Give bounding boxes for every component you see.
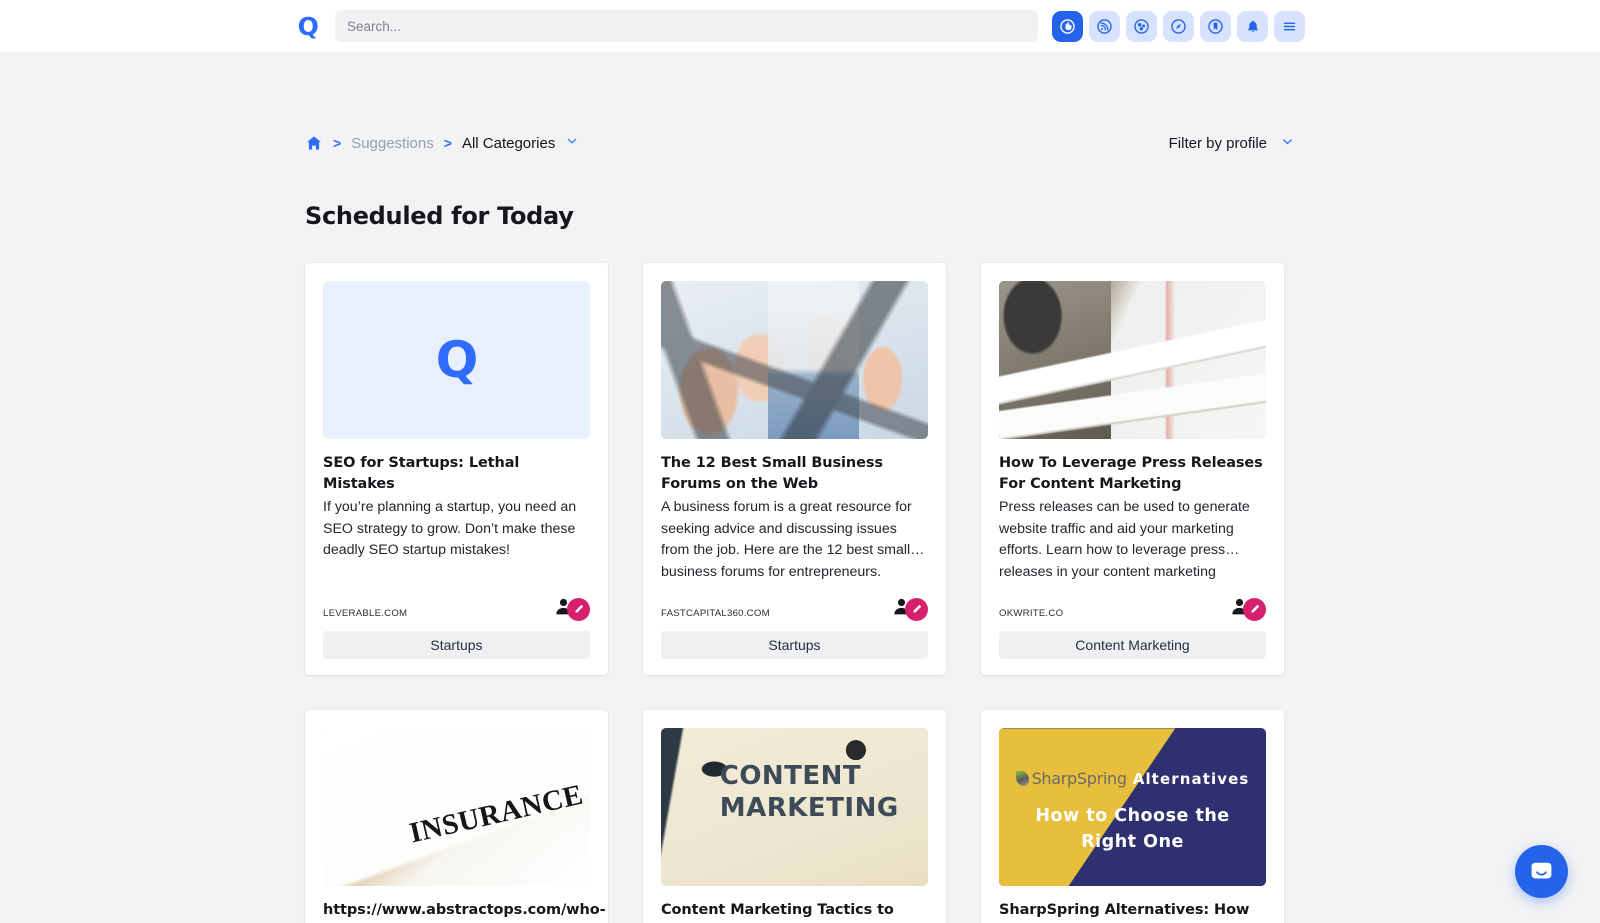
category-chip[interactable]: Content Marketing [999,631,1266,660]
chat-bubble-icon[interactable] [1515,845,1568,898]
graphic-sharpspring: SharpSpring Alternatives How to Choose t… [999,728,1266,887]
home-icon[interactable] [305,134,323,152]
card-source-domain: FASTCAPITAL360.COM [661,608,770,620]
photo-magazines-table [999,281,1266,439]
card-thumbnail: SharpSpring Alternatives How to Choose t… [999,728,1266,887]
header-icon-group [1052,10,1305,42]
card-body: https://www.abstractops.com/who- [323,886,606,923]
breadcrumb: > Suggestions > All Categories [305,134,579,152]
card-thumbnail [661,728,928,887]
card-title: Content Marketing Tactics to [661,902,894,919]
bubbles-icon[interactable] [1126,10,1157,42]
bookmark-icon[interactable] [1200,10,1231,42]
card-action-icons [553,597,590,621]
card-footer: FASTCAPITAL360.COM [661,583,928,621]
card-body: The 12 Best Small Business Forums on the… [661,439,928,583]
breadcrumb-item-suggestions[interactable]: Suggestions [351,135,434,152]
card-title: How To Leverage Press Releases For Conte… [999,455,1263,493]
card-thumbnail: Q [323,281,590,439]
compass-icon[interactable] [1163,10,1194,42]
card-thumbnail [323,728,590,887]
card-source-domain: LEVERABLE.COM [323,608,408,620]
category-chip[interactable]: Startups [323,631,590,660]
breadcrumb-separator-2: > [443,135,452,151]
card-description: Press releases can be used to generate w… [999,499,1250,580]
suggestion-card[interactable]: SharpSpring Alternatives How to Choose t… [981,710,1284,923]
rss-feed-icon[interactable] [1089,10,1120,42]
pencil-icon[interactable] [905,597,928,621]
photo-insurance-policy [323,728,590,887]
card-footer: LEVERABLE.COM [323,583,590,621]
filter-by-profile-dropdown[interactable]: Filter by profile [1169,134,1295,153]
sharpspring-logo-text: SharpSpring [1015,769,1127,789]
page-title: Scheduled for Today [305,202,574,230]
sharpspring-alternatives-word: Alternatives [1132,769,1250,788]
sharpspring-logo-row: SharpSpring Alternatives [999,769,1266,788]
card-thumbnail [999,281,1266,439]
quuu-logo-placeholder-icon: Q [323,281,590,439]
card-body: Content Marketing Tactics to [661,886,928,923]
photo-content-marketing-desk [661,728,928,887]
card-body: SharpSpring Alternatives: How to [999,886,1266,923]
sharpspring-subtitle: How to Choose the Right One [1035,805,1230,852]
chevron-down-icon[interactable] [565,134,579,152]
suggestion-card[interactable]: Q SEO for Startups: Lethal Mistakes If y… [305,263,608,676]
suggestion-card-grid: Q SEO for Startups: Lethal Mistakes If y… [305,263,1295,923]
card-thumbnail [661,281,928,439]
suggestions-icon[interactable] [1052,10,1083,42]
category-chip[interactable]: Startups [661,631,928,660]
search-input[interactable] [335,10,1038,42]
pencil-icon[interactable] [1243,597,1266,621]
card-body: How To Leverage Press Releases For Conte… [999,439,1266,583]
card-title: SharpSpring Alternatives: How to [999,902,1250,919]
brand-logo[interactable]: Q [295,14,321,39]
card-title: The 12 Best Small Business Forums on the… [661,455,883,493]
card-title: SEO for Startups: Lethal Mistakes [323,455,520,493]
card-title: https://www.abstractops.com/who- [323,902,606,919]
top-navigation-bar: Q [0,0,1600,52]
hamburger-menu-icon[interactable] [1274,10,1305,42]
suggestion-card[interactable]: https://www.abstractops.com/who- [305,710,608,923]
photo-people-phones [661,281,928,439]
sharpspring-leaf-icon [1015,771,1029,787]
suggestion-card[interactable]: The 12 Best Small Business Forums on the… [643,263,946,676]
bell-icon[interactable] [1237,10,1268,42]
card-action-icons [891,597,928,621]
card-footer: OKWRITE.CO [999,583,1266,621]
filter-by-profile-label: Filter by profile [1168,134,1267,152]
placeholder-logo-letter: Q [435,331,479,389]
suggestion-card[interactable]: Content Marketing Tactics to [643,710,946,923]
suggestion-card[interactable]: How To Leverage Press Releases For Conte… [981,263,1284,676]
page-content: > Suggestions > All Categories Filter by… [0,52,1600,923]
breadcrumb-separator-1: > [333,135,342,151]
sharpspring-wordmark: SharpSpring [1031,769,1127,789]
card-body: SEO for Startups: Lethal Mistakes If you… [323,439,590,583]
chevron-down-icon [1280,134,1295,153]
pencil-icon[interactable] [567,597,590,621]
breadcrumb-row: > Suggestions > All Categories Filter by… [305,130,1295,156]
card-description: A business forum is a great resource for… [661,499,925,580]
card-description: If you’re planning a startup, you need a… [323,499,577,559]
search-field-wrapper [335,10,1038,42]
breadcrumb-item-all-categories[interactable]: All Categories [462,135,555,152]
card-source-domain: OKWRITE.CO [999,608,1064,620]
card-action-icons [1229,597,1266,621]
